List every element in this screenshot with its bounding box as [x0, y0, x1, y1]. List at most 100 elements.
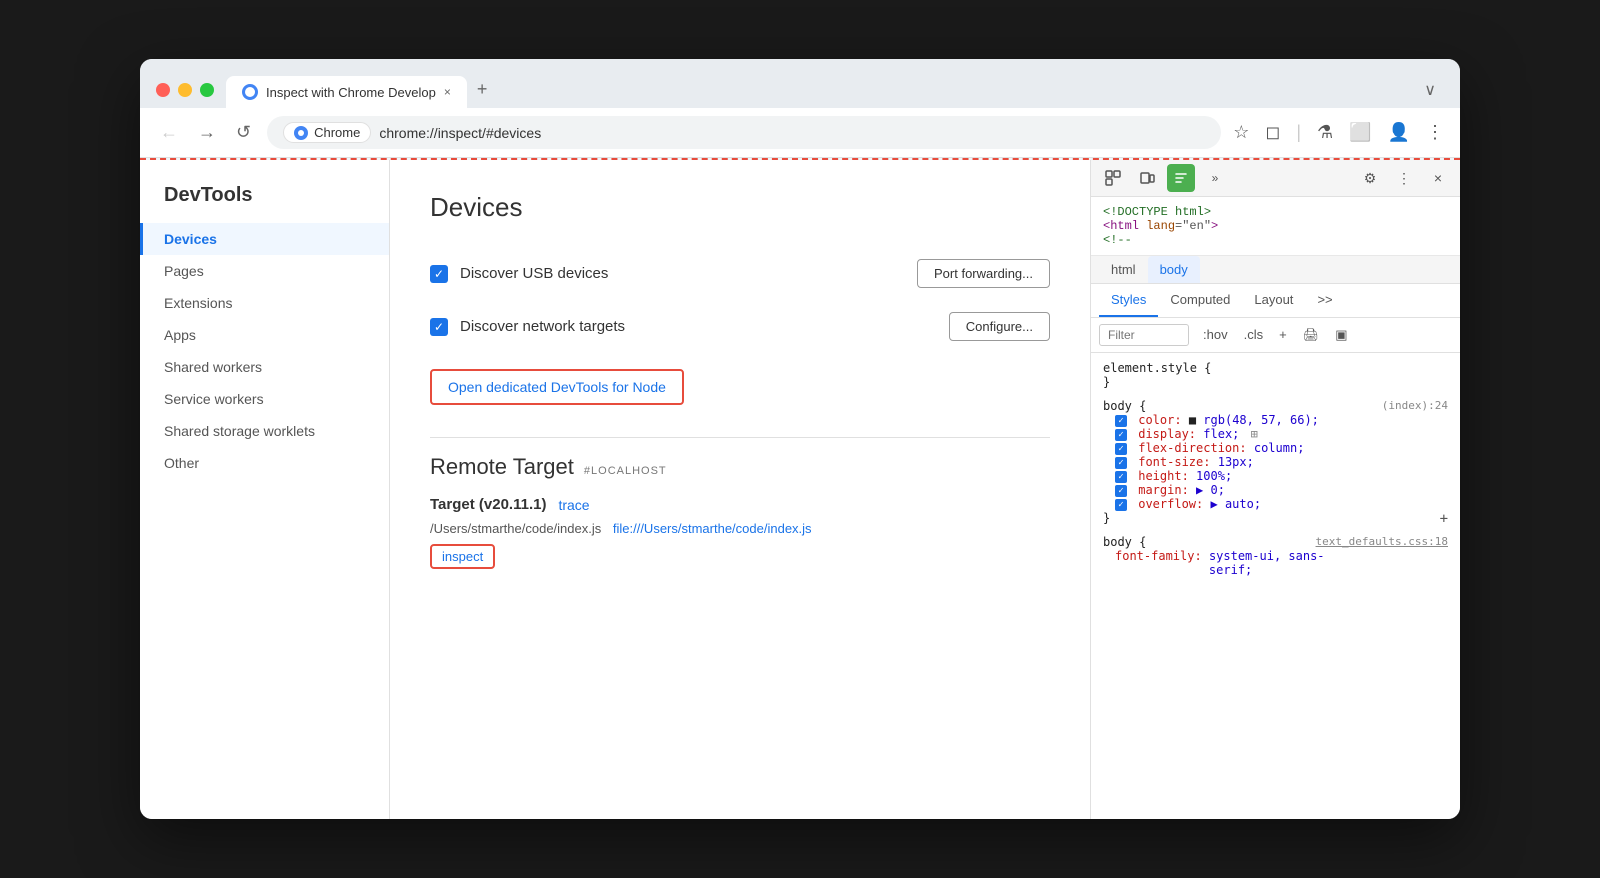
styles-tab[interactable]: Styles: [1099, 284, 1158, 317]
target-file-link[interactable]: file:///Users/stmarthe/code/index.js: [613, 521, 812, 536]
split-icon[interactable]: ⬜: [1349, 122, 1371, 143]
body-rule-2: body { text_defaults.css:18 font-family:…: [1103, 535, 1448, 577]
hov-button[interactable]: :hov: [1197, 325, 1234, 345]
elements-panel-icon[interactable]: [1167, 164, 1195, 192]
tab-favicon: [242, 84, 258, 100]
tab-menu-button[interactable]: ∨: [1416, 72, 1444, 108]
target-path-text: /Users/stmarthe/code/index.js: [430, 521, 601, 536]
more-tabs[interactable]: >>: [1305, 284, 1344, 317]
prop-color: ✓ color: ■ rgb(48, 57, 66);: [1103, 413, 1448, 427]
cls-button[interactable]: .cls: [1238, 325, 1270, 345]
sidebar-item-apps[interactable]: Apps: [140, 319, 389, 351]
sidebar-item-shared-storage[interactable]: Shared storage worklets: [140, 415, 389, 447]
settings-icon[interactable]: ⚙: [1356, 164, 1384, 192]
menu-icon[interactable]: ⋮: [1426, 122, 1444, 143]
add-style-button[interactable]: +: [1273, 325, 1293, 345]
sidebar-item-shared-workers[interactable]: Shared workers: [140, 351, 389, 383]
main-content: DevTools Devices Pages Extensions Apps S…: [140, 160, 1460, 819]
styles-content: element.style { } body { (index):24 ✓ co…: [1091, 353, 1460, 819]
discover-usb-row: ✓ Discover USB devices Port forwarding..…: [430, 247, 1050, 300]
chrome-label: Chrome: [314, 125, 360, 140]
traffic-lights: [156, 83, 214, 97]
tab-title: Inspect with Chrome Develop: [266, 85, 436, 100]
prop-display-checkbox[interactable]: ✓: [1115, 429, 1127, 441]
browser-tab-active[interactable]: Inspect with Chrome Develop ×: [226, 76, 467, 108]
element-style-rule: element.style { }: [1103, 361, 1448, 389]
prop-font-size-checkbox[interactable]: ✓: [1115, 457, 1127, 469]
body-rule-1: body { (index):24 ✓ color: ■ rgb(48, 57,…: [1103, 399, 1448, 525]
extension-icon[interactable]: ◻: [1265, 122, 1280, 143]
print-icon[interactable]: 🖨: [1297, 325, 1326, 345]
back-button[interactable]: ←: [156, 118, 182, 147]
device-mode-icon[interactable]: [1133, 164, 1161, 192]
more-panels-icon[interactable]: »: [1201, 164, 1229, 192]
add-property-button[interactable]: +: [1440, 511, 1448, 527]
prop-height: ✓ height: 100%;: [1103, 469, 1448, 483]
devtools-toolbar: » ⚙ ⋮ ×: [1091, 160, 1460, 197]
devtools-menu-icon[interactable]: ⋮: [1390, 164, 1418, 192]
computed-tab[interactable]: Computed: [1158, 284, 1242, 317]
address-text: chrome://inspect/#devices: [379, 125, 541, 141]
element-picker-icon[interactable]: [1099, 164, 1127, 192]
sidebar-title: DevTools: [140, 184, 389, 223]
minimize-button[interactable]: [178, 83, 192, 97]
prop-display: ✓ display: flex; ⊞: [1103, 427, 1448, 441]
prop-overflow: ✓ overflow: ▶ auto;: [1103, 497, 1448, 511]
tab-close-button[interactable]: ×: [444, 85, 451, 99]
target-path: /Users/stmarthe/code/index.js file:///Us…: [430, 521, 1050, 536]
browser-window: Inspect with Chrome Develop × + ∨ ← → ↺ …: [140, 59, 1460, 819]
discover-network-row: ✓ Discover network targets Configure...: [430, 300, 1050, 353]
reload-button[interactable]: ↺: [232, 118, 255, 147]
remote-target-header: Remote Target #LOCALHOST: [430, 454, 1050, 480]
sidebar-item-other[interactable]: Other: [140, 447, 389, 479]
sidebar-item-extensions[interactable]: Extensions: [140, 287, 389, 319]
sidebar-item-service-workers[interactable]: Service workers: [140, 383, 389, 415]
styles-tabs: Styles Computed Layout >>: [1091, 284, 1460, 318]
prop-height-checkbox[interactable]: ✓: [1115, 471, 1127, 483]
body-selector-2: body { text_defaults.css:18: [1103, 535, 1448, 549]
discover-usb-checkbox[interactable]: ✓: [430, 265, 448, 283]
configure-button[interactable]: Configure...: [949, 312, 1050, 341]
prop-overflow-checkbox[interactable]: ✓: [1115, 499, 1127, 511]
html-line-2: <html lang="en">: [1103, 219, 1448, 233]
maximize-button[interactable]: [200, 83, 214, 97]
layout-tab[interactable]: Layout: [1242, 284, 1305, 317]
prop-font-size: ✓ font-size: 13px;: [1103, 455, 1448, 469]
html-line-1: <!DOCTYPE html>: [1103, 205, 1448, 219]
devtools-node-link[interactable]: Open dedicated DevTools for Node: [430, 369, 684, 405]
sidebar-nav: Devices Pages Extensions Apps Shared wor…: [140, 223, 389, 479]
body-tab[interactable]: body: [1148, 256, 1200, 283]
bookmark-icon[interactable]: ☆: [1233, 122, 1249, 143]
forward-button[interactable]: →: [194, 118, 220, 147]
port-forwarding-button[interactable]: Port forwarding...: [917, 259, 1050, 288]
title-bar: Inspect with Chrome Develop × + ∨: [140, 59, 1460, 108]
prop-flex-dir: ✓ flex-direction: column;: [1103, 441, 1448, 455]
inspect-link[interactable]: inspect: [430, 544, 495, 569]
html-tab[interactable]: html: [1099, 256, 1148, 283]
prop-font-family: font-family: system-ui, sans- serif;: [1103, 549, 1448, 577]
toggle-sidebar-icon[interactable]: ▣: [1329, 325, 1353, 345]
content-area: Devices ✓ Discover USB devices Port forw…: [390, 160, 1090, 819]
styles-filter-input[interactable]: [1099, 324, 1189, 346]
target-trace-link[interactable]: trace: [558, 497, 589, 513]
sidebar-item-pages[interactable]: Pages: [140, 255, 389, 287]
remote-target-title: Remote Target: [430, 454, 574, 480]
tabs-bar: Inspect with Chrome Develop × + ∨: [226, 71, 1444, 108]
nav-bar: ← → ↺ Chrome chrome://inspect/#devices ☆…: [140, 108, 1460, 158]
new-tab-button[interactable]: +: [469, 71, 496, 108]
address-bar[interactable]: Chrome chrome://inspect/#devices: [267, 116, 1221, 149]
profile-icon[interactable]: 👤: [1388, 122, 1410, 143]
element-tabs: html body: [1091, 256, 1460, 284]
prop-flex-dir-checkbox[interactable]: ✓: [1115, 443, 1127, 455]
prop-margin-checkbox[interactable]: ✓: [1115, 485, 1127, 497]
devtools-close-icon[interactable]: ×: [1424, 164, 1452, 192]
close-button[interactable]: [156, 83, 170, 97]
prop-margin: ✓ margin: ▶ 0;: [1103, 483, 1448, 497]
lab-icon[interactable]: ⚗: [1317, 122, 1333, 143]
discover-network-checkbox[interactable]: ✓: [430, 318, 448, 336]
page-title: Devices: [430, 192, 1050, 223]
prop-color-checkbox[interactable]: ✓: [1115, 415, 1127, 427]
sidebar-item-devices[interactable]: Devices: [140, 223, 389, 255]
styles-filter: :hov .cls + 🖨 ▣: [1091, 318, 1460, 353]
discover-network-label: Discover network targets: [460, 318, 937, 335]
